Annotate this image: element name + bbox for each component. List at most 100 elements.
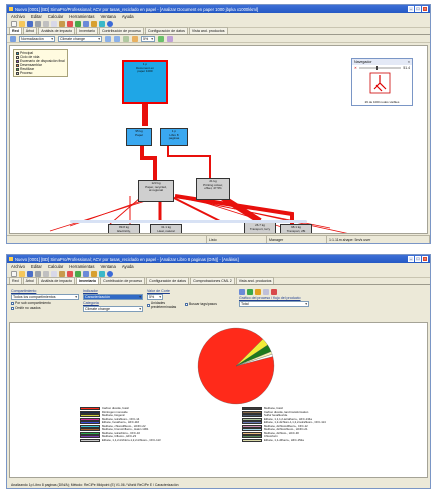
help-icon[interactable] [107,270,113,277]
tab-contribucion[interactable]: Contribución de proceso [100,277,146,284]
cut-icon[interactable] [43,20,49,27]
process-node-printing[interactable]: 21 kg Printing colour, offset, 47.5% [196,178,230,200]
cut-icon[interactable] [43,270,49,277]
default-units-checkbox[interactable] [147,303,150,307]
bar-chart-icon[interactable] [247,289,253,295]
tab-vista[interactable]: Vista and. productos [188,27,228,34]
chart-type-select[interactable]: Total [239,301,309,307]
menu-calcular[interactable]: Calcular [48,14,63,19]
tab-comprobaciones[interactable]: Comprobaciones CML 2 [190,277,235,284]
copy-chart-icon[interactable] [263,289,269,295]
menu-ventana[interactable]: Ventana [100,264,115,269]
process-node-libro[interactable]: 1 p Libro 8 paginas [160,128,188,146]
minimize-button[interactable]: – [408,256,414,262]
zoom-out-icon[interactable] [114,35,120,42]
menu-ayuda[interactable]: Ayuda [122,264,134,269]
minimize-button[interactable]: – [408,6,414,12]
tab-arbol[interactable]: Árbol [22,27,38,34]
chart-settings-icon[interactable] [271,289,277,295]
menu-archivo[interactable]: Archivo [11,14,25,19]
tab-inventario[interactable]: Inventario [75,277,100,284]
new-icon[interactable] [11,20,17,27]
zoom-slider-thumb[interactable] [375,66,378,70]
search-tags-checkbox[interactable] [185,302,188,306]
refresh-icon[interactable] [158,35,164,42]
print-icon[interactable] [35,270,41,277]
cutoff-select[interactable]: 5% [147,294,163,300]
menu-editar[interactable]: Editar [31,264,42,269]
save-icon[interactable] [27,20,33,27]
compartment-select[interactable]: Todos los compartimientos [11,294,79,300]
open-icon[interactable] [19,270,25,277]
network-view-icon[interactable] [10,35,16,42]
pie-chart-icon[interactable] [255,289,261,295]
copy-icon[interactable] [51,20,57,27]
tab-contribucion[interactable]: Contribución de proceso [98,27,144,34]
root-process-node[interactable]: 1 p Document en paper 1000 [122,60,168,104]
paste-icon[interactable] [59,270,65,277]
compare-icon[interactable] [83,270,89,277]
layout-icon[interactable] [132,35,138,42]
close-button[interactable]: × [422,256,428,262]
open-icon[interactable] [19,20,25,27]
per-subcompartment-checkbox[interactable] [11,301,14,305]
tab-arbol[interactable]: Árbol [22,277,37,284]
table-view-icon[interactable] [239,289,245,295]
tab-analisis-impacto[interactable]: Análisis de impacto [38,27,76,34]
process-node-heat[interactable]: 31.1 kg Heat, natural [150,224,182,233]
save-icon[interactable] [27,270,33,277]
menu-herramientas[interactable]: Herramientas [69,264,94,269]
chart-icon[interactable] [91,270,97,277]
navigator-panel[interactable]: Navegador × ✕ 51.4 26 de 1000 nodos visi… [351,58,413,106]
zoom-in-icon[interactable] [105,35,111,42]
category-select[interactable]: Climate change [58,35,102,42]
print-icon[interactable] [35,20,41,27]
tab-red[interactable]: Red [9,27,22,34]
tab-vista[interactable]: Vista and. productos [235,277,275,284]
process-node-transport-container[interactable]: 98.1 kg Transport, 28t [280,224,312,233]
menu-ayuda[interactable]: Ayuda [122,14,134,19]
tab-red[interactable]: Red [9,277,22,284]
zoom-select[interactable]: 5% [141,35,155,42]
calculate-icon[interactable] [67,20,73,27]
process-node-paper-recycled[interactable]: 123 kg Paper, recycled, at regional [138,180,174,202]
network-canvas[interactable]: Principal Ciclo de vida Escenario de dis… [9,45,428,234]
indicator-select[interactable]: Caracterización [83,294,143,300]
calculate-icon[interactable] [67,270,73,277]
analyze-icon[interactable] [75,270,81,277]
category-select[interactable]: Climate change [83,306,143,312]
tab-analisis-impacto[interactable]: Análisis de impacto [37,277,75,284]
menu-editar[interactable]: Editar [31,14,42,19]
method-select[interactable]: Normalización [19,35,55,42]
export-icon[interactable] [167,35,173,42]
help-icon[interactable] [107,20,113,27]
process-node-transport-lorry[interactable]: 26.7 kg Transport, lorry [244,222,276,233]
zoom-out-icon[interactable]: ✕ [354,66,357,70]
horizontal-scrollbar[interactable] [70,220,307,223]
analyze-icon[interactable] [75,20,81,27]
skip-unused-checkbox[interactable] [11,306,14,310]
compare-icon[interactable] [83,20,89,27]
chart-icon[interactable] [91,20,97,27]
network-icon[interactable] [99,20,105,27]
process-node-electricity[interactable]: 89.8 kg Electricity, [108,224,140,233]
navigator-zoom-value: 51.4 [403,66,410,70]
fit-icon[interactable] [123,35,129,42]
navigator-thumbnail[interactable] [352,71,412,99]
tab-configuracion[interactable]: Configuración de datos [144,27,188,34]
menu-archivo[interactable]: Archivo [11,264,25,269]
process-node-papel[interactable]: 95 kg Papel [126,128,152,146]
menu-calcular[interactable]: Calcular [48,264,63,269]
menu-ventana[interactable]: Ventana [100,14,115,19]
menu-herramientas[interactable]: Herramientas [69,14,94,19]
new-icon[interactable] [11,270,17,277]
copy-icon[interactable] [51,270,57,277]
paste-icon[interactable] [59,20,65,27]
tab-configuracion[interactable]: Configuración de datos [146,277,190,284]
tab-inventario[interactable]: Inventario [76,27,98,34]
maximize-button[interactable]: □ [415,256,421,262]
close-icon[interactable]: × [408,60,410,64]
close-button[interactable]: × [422,6,428,12]
maximize-button[interactable]: □ [415,6,421,12]
network-icon[interactable] [99,270,105,277]
